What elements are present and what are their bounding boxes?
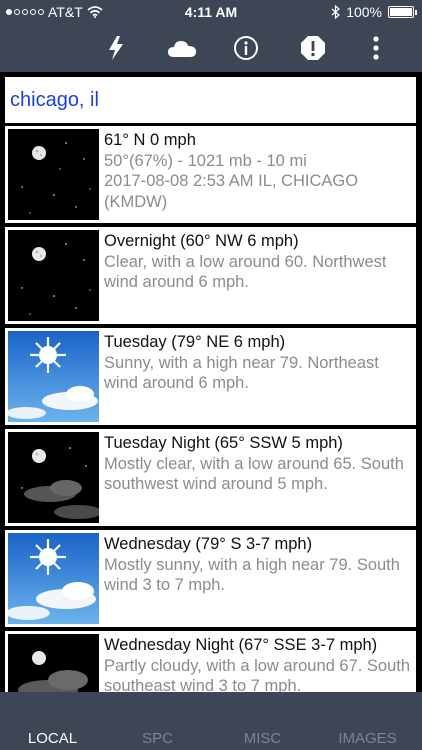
forecast-title: Tuesday Night (65° SSW 5 mph): [104, 434, 343, 452]
tab-local[interactable]: LOCAL: [0, 730, 105, 747]
tab-spc[interactable]: SPC: [105, 730, 210, 747]
forecast-title: Overnight (60° NW 6 mph): [104, 232, 299, 250]
current-conditions-card[interactable]: 61° N 0 mph 50°(67%) - 1021 mb - 10 mi 2…: [5, 126, 416, 223]
alert-icon[interactable]: [298, 33, 328, 63]
status-bar: AT&T 4:11 AM 100%: [0, 0, 422, 24]
forecast-text: Wednesday (79° S 3-7 mph) Mostly sunny, …: [104, 534, 412, 596]
forecast-card[interactable]: Tuesday (79° NE 6 mph) Sunny, with a hig…: [5, 328, 416, 425]
forecast-card[interactable]: Tuesday Night (65° SSW 5 mph) Mostly cle…: [5, 429, 416, 526]
night-mostly-clear-icon: [8, 432, 99, 523]
sunny-icon: [8, 331, 99, 422]
location-search-field[interactable]: chicago, il: [5, 77, 416, 123]
forecast-card[interactable]: Wednesday (79° S 3-7 mph) Mostly sunny, …: [5, 530, 416, 627]
forecast-description: Mostly sunny, with a high near 79. South…: [104, 555, 400, 595]
forecast-title: Tuesday (79° NE 6 mph): [104, 333, 286, 351]
forecast-text: Tuesday Night (65° SSW 5 mph) Mostly cle…: [104, 433, 412, 495]
forecast-title: Wednesday Night (67° SSE 3-7 mph): [104, 636, 378, 654]
forecast-title: Wednesday (79° S 3-7 mph): [104, 535, 313, 553]
night-clear-icon: [8, 129, 99, 220]
forecast-card[interactable]: Overnight (60° NW 6 mph) Clear, with a l…: [5, 227, 416, 324]
mostly-sunny-icon: [8, 533, 99, 624]
cloud-icon[interactable]: [166, 33, 198, 63]
forecast-description: Partly cloudy, with a low around 67. Sou…: [104, 656, 411, 693]
battery-percent: 100%: [346, 4, 382, 20]
location-text: chicago, il: [10, 89, 99, 111]
current-temp-wind: 61° N 0 mph: [104, 131, 196, 149]
forecast-description: Clear, with a low around 60. Northwest w…: [104, 252, 387, 292]
current-station: (KMDW): [104, 192, 168, 211]
status-right: 100%: [331, 4, 417, 20]
night-partly-cloudy-icon: [8, 634, 99, 692]
info-icon[interactable]: [231, 33, 261, 63]
night-clear-icon: [8, 230, 99, 321]
forecast-description: Mostly clear, with a low around 65. Sout…: [104, 454, 404, 494]
battery-icon: [388, 6, 417, 18]
forecast-text: Tuesday (79° NE 6 mph) Sunny, with a hig…: [104, 332, 412, 394]
current-observation-time: 2017-08-08 2:53 AM IL, CHICAGO: [104, 172, 359, 190]
forecast-description: Sunny, with a high near 79. Northeast wi…: [104, 353, 379, 393]
current-conditions-text: 61° N 0 mph 50°(67%) - 1021 mb - 10 mi 2…: [104, 130, 412, 212]
forecast-text: Wednesday Night (67° SSE 3-7 mph) Partly…: [104, 635, 412, 692]
forecast-card[interactable]: Wednesday Night (67° SSE 3-7 mph) Partly…: [5, 631, 416, 692]
tab-images[interactable]: IMAGES: [315, 730, 420, 747]
tab-misc[interactable]: MISC: [210, 730, 315, 747]
forecast-list[interactable]: chicago, il 61° N 0 mph 50°(67%) - 1021 …: [0, 72, 422, 692]
bluetooth-icon: [331, 5, 341, 19]
forecast-text: Overnight (60° NW 6 mph) Clear, with a l…: [104, 231, 412, 293]
current-dewpoint-pressure: 50°(67%) - 1021 mb - 10 mi: [104, 151, 307, 170]
lightning-icon[interactable]: [101, 33, 131, 63]
toolbar: [0, 24, 422, 72]
more-vertical-icon[interactable]: [361, 33, 391, 63]
tab-bar: LOCAL SPC MISC IMAGES: [0, 692, 422, 750]
